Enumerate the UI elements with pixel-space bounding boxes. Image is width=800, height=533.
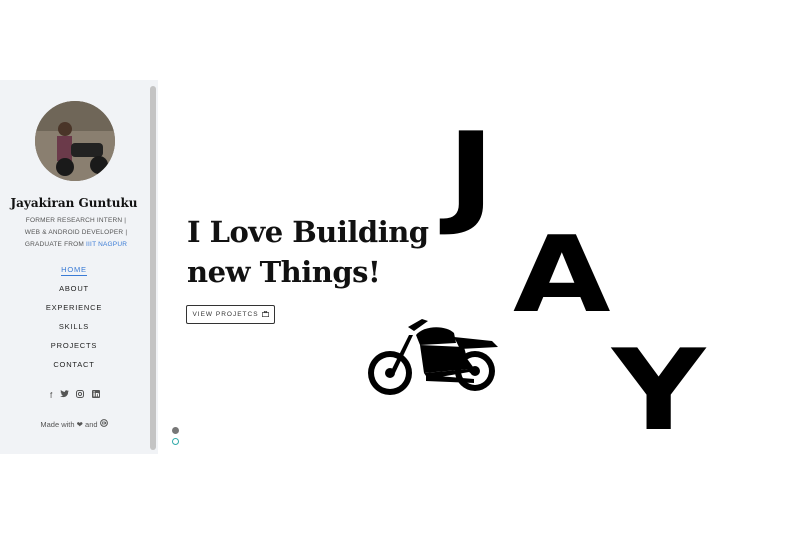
slide-indicator-dot-active[interactable] xyxy=(172,438,179,445)
motorcycle-image xyxy=(364,313,504,401)
instagram-icon[interactable] xyxy=(76,390,85,400)
headline-line: new Things! xyxy=(187,255,381,289)
view-projects-label: VIEW PROJETCS xyxy=(192,311,259,318)
nav-item-contact[interactable]: CONTACT xyxy=(0,360,148,379)
nav-item-home[interactable]: HOME xyxy=(0,265,148,284)
coffee-icon xyxy=(99,419,108,429)
nav-item-skills[interactable]: SKILLS xyxy=(0,322,148,341)
view-projects-button[interactable]: VIEW PROJETCS xyxy=(186,305,275,324)
heart-icon: ❤ xyxy=(76,420,83,429)
nav-item-projects[interactable]: PROJECTS xyxy=(0,341,148,360)
made-with-and: and xyxy=(85,420,98,429)
bio-line-prefix: GRADUATE FROM xyxy=(24,241,85,248)
made-with-prefix: Made with xyxy=(40,420,75,429)
profile-bio: FORMER RESEARCH INTERN | WEB & ANDROID D… xyxy=(6,215,146,251)
twitter-icon[interactable] xyxy=(59,390,69,400)
nav-item-experience[interactable]: EXPERIENCE xyxy=(0,303,148,322)
bio-line: GRADUATE FROM IIIT NAGPUR xyxy=(6,239,146,251)
bio-line: WEB & ANDROID DEVELOPER | xyxy=(24,229,128,236)
sidebar-nav: HOME ABOUT EXPERIENCE SKILLS PROJECTS CO… xyxy=(0,265,148,379)
social-links: f xyxy=(50,390,100,400)
avatar xyxy=(35,101,115,181)
bio-line: FORMER RESEARCH INTERN | xyxy=(25,217,127,224)
hero-letter-y: Y xyxy=(612,326,706,456)
facebook-icon[interactable]: f xyxy=(50,391,52,400)
college-link[interactable]: IIIT NAGPUR xyxy=(86,241,127,248)
linkedin-icon[interactable] xyxy=(91,390,100,400)
made-with-footer: Made with ❤ and xyxy=(0,419,148,429)
headline-line: I Love Building xyxy=(187,215,429,249)
briefcase-icon xyxy=(261,310,269,319)
sidebar-scrollbar[interactable] xyxy=(150,86,156,450)
hero-letter-j: J xyxy=(447,109,495,239)
profile-name: Jayakiran Guntuku xyxy=(10,196,138,210)
hero-letter-a: A xyxy=(513,214,611,336)
nav-item-about[interactable]: ABOUT xyxy=(0,284,148,303)
slide-indicator-dot[interactable] xyxy=(172,427,179,434)
hero-headline: I Love Building new Things! xyxy=(187,212,429,292)
